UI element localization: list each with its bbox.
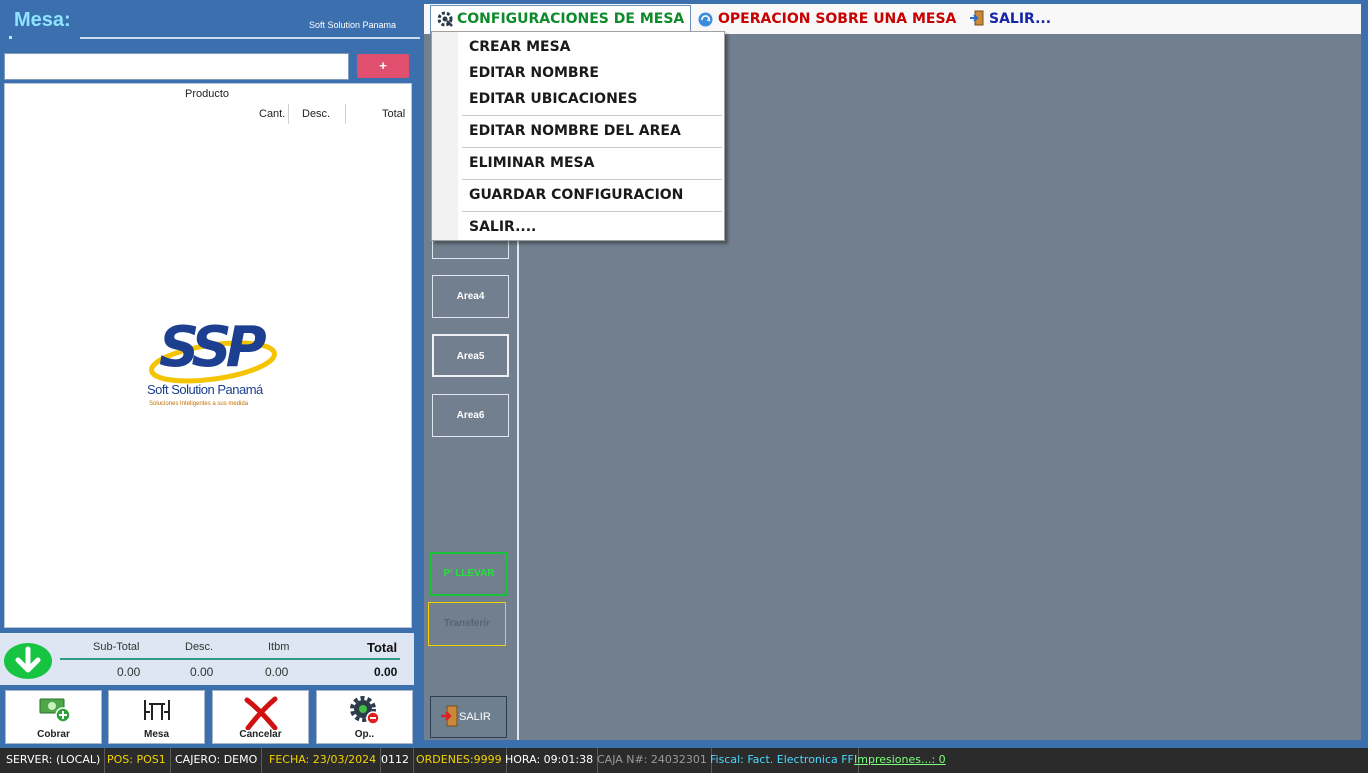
menu-item-editar-nombre[interactable]: EDITAR NOMBRE — [469, 65, 599, 81]
mesa-underline — [80, 37, 420, 39]
menu-salir-label: SALIR... — [989, 11, 1052, 27]
status-pos: POS: POS1 — [103, 748, 171, 773]
brand-label: Soft Solution Panama — [309, 20, 397, 30]
menu-operacion-label: OPERACION SOBRE UNA MESA — [718, 11, 957, 27]
svg-text:Soft Solution Panamá: Soft Solution Panamá — [147, 382, 264, 397]
order-panel: Mesa: Soft Solution Panama + Producto Ca… — [0, 0, 420, 748]
status-ordenes: ORDENES:9999 — [412, 748, 507, 773]
exit-door-icon — [441, 705, 458, 727]
menu-separator — [462, 115, 722, 116]
menu-salir[interactable]: SALIR... — [969, 4, 1051, 34]
subtotal-label: Sub-Total — [93, 641, 140, 653]
salir-side-button[interactable]: SALIR — [430, 696, 507, 738]
area-button[interactable]: Area6 — [432, 394, 509, 437]
divider-dot — [9, 36, 12, 39]
menu-item-editar-nombre-area[interactable]: EDITAR NOMBRE DEL AREA — [469, 123, 681, 139]
column-header-total: Total — [382, 108, 406, 120]
desc-label: Desc. — [185, 641, 214, 653]
menu-item-editar-ubicaciones[interactable]: EDITAR UBICACIONES — [469, 91, 637, 107]
menu-item-salir[interactable]: SALIR.... — [469, 219, 536, 235]
menu-item-guardar-configuracion[interactable]: GUARDAR CONFIGURACION — [469, 187, 683, 203]
product-search-input[interactable] — [4, 53, 349, 80]
para-llevar-button[interactable]: P' LLEVAR — [430, 552, 508, 596]
area-button[interactable]: Area4 — [432, 275, 509, 318]
op-label: Op.. — [354, 729, 375, 740]
cancelar-label: Cancelar — [239, 729, 282, 740]
itbm-label: Itbm — [268, 641, 290, 653]
ssp-logo: SSP Soft Solution Panamá Soluciones Inte… — [147, 315, 277, 407]
status-caja: CAJA N#: 24032301 — [593, 748, 712, 773]
total-label: Total — [367, 640, 398, 655]
column-header-desc: Desc. — [302, 108, 331, 120]
add-product-button[interactable]: + — [357, 54, 409, 78]
table-chairs-icon — [143, 700, 170, 720]
top-menu-bar: CONFIGURACIONES DE MESA OPERACION SOBRE … — [424, 4, 1361, 34]
desc-value: 0.00 — [190, 665, 214, 679]
status-bar: SERVER: (LOCAL) POS: POS1 CAJERO: DEMO F… — [0, 748, 1368, 773]
totals-panel: Sub-Total Desc. Itbm Total 0.00 0.00 0.0… — [0, 633, 414, 685]
menu-item-eliminar-mesa[interactable]: ELIMINAR MESA — [469, 155, 594, 171]
mesa-title: Mesa: — [14, 9, 71, 31]
column-divider — [288, 104, 289, 124]
status-impresiones-link[interactable]: Impresiones...: 0 — [850, 748, 950, 773]
transferir-button[interactable]: Transferir — [428, 602, 506, 646]
menu-separator — [462, 179, 722, 180]
salir-side-label: SALIR — [459, 711, 491, 723]
menu-separator — [462, 147, 722, 148]
mesa-button[interactable]: Mesa — [108, 690, 205, 744]
total-value: 0.00 — [374, 665, 398, 679]
cancel-x-icon — [244, 696, 277, 730]
menu-separator — [462, 211, 722, 212]
svg-text:SSP: SSP — [159, 315, 267, 380]
menu-operacion-mesa[interactable]: OPERACION SOBRE UNA MESA — [696, 4, 956, 34]
status-fiscal: Fiscal: Fact. Electronica FF — [706, 748, 859, 773]
scroll-down-button[interactable] — [4, 643, 52, 679]
refresh-icon — [698, 12, 713, 27]
cancelar-button[interactable]: Cancelar — [212, 690, 309, 744]
svg-text:Soluciones Inteligentes a sus: Soluciones Inteligentes a sus medida — [149, 401, 249, 407]
cash-icon — [39, 698, 71, 723]
order-items-list[interactable]: Producto Cant. Desc. Total SSP Soft Solu… — [4, 83, 412, 628]
configuraciones-dropdown: CREAR MESA EDITAR NOMBRE EDITAR UBICACIO… — [431, 31, 725, 241]
status-code: 0112 — [377, 748, 414, 773]
column-header-cant: Cant. — [259, 108, 286, 120]
status-fecha: FECHA: 23/03/2024 — [265, 748, 382, 773]
menu-configuraciones-label: CONFIGURACIONES DE MESA — [457, 11, 685, 27]
status-server: SERVER: (LOCAL) — [2, 748, 106, 773]
menu-item-crear-mesa[interactable]: CREAR MESA — [469, 39, 571, 55]
column-header-producto: Producto — [185, 88, 230, 100]
exit-door-icon — [970, 10, 984, 26]
menu-configuraciones-mesa[interactable]: CONFIGURACIONES DE MESA — [430, 5, 692, 34]
op-button[interactable]: Op.. — [316, 690, 413, 744]
arrow-down-icon — [15, 646, 41, 673]
dropdown-gutter — [432, 32, 458, 240]
area-button[interactable]: Area5 — [432, 334, 509, 377]
totals-divider — [60, 658, 400, 660]
status-cajero: CAJERO: DEMO — [171, 748, 263, 773]
itbm-value: 0.00 — [265, 665, 289, 679]
subtotal-value: 0.00 — [117, 665, 141, 679]
status-hora: HORA: 09:01:38 — [501, 748, 599, 773]
mesa-label: Mesa — [143, 729, 169, 740]
cobrar-label: Cobrar — [37, 729, 70, 740]
cobrar-button[interactable]: Cobrar — [5, 690, 102, 744]
gear-wrench-icon — [437, 11, 453, 27]
gear-icon — [349, 696, 380, 725]
column-divider — [345, 104, 346, 124]
